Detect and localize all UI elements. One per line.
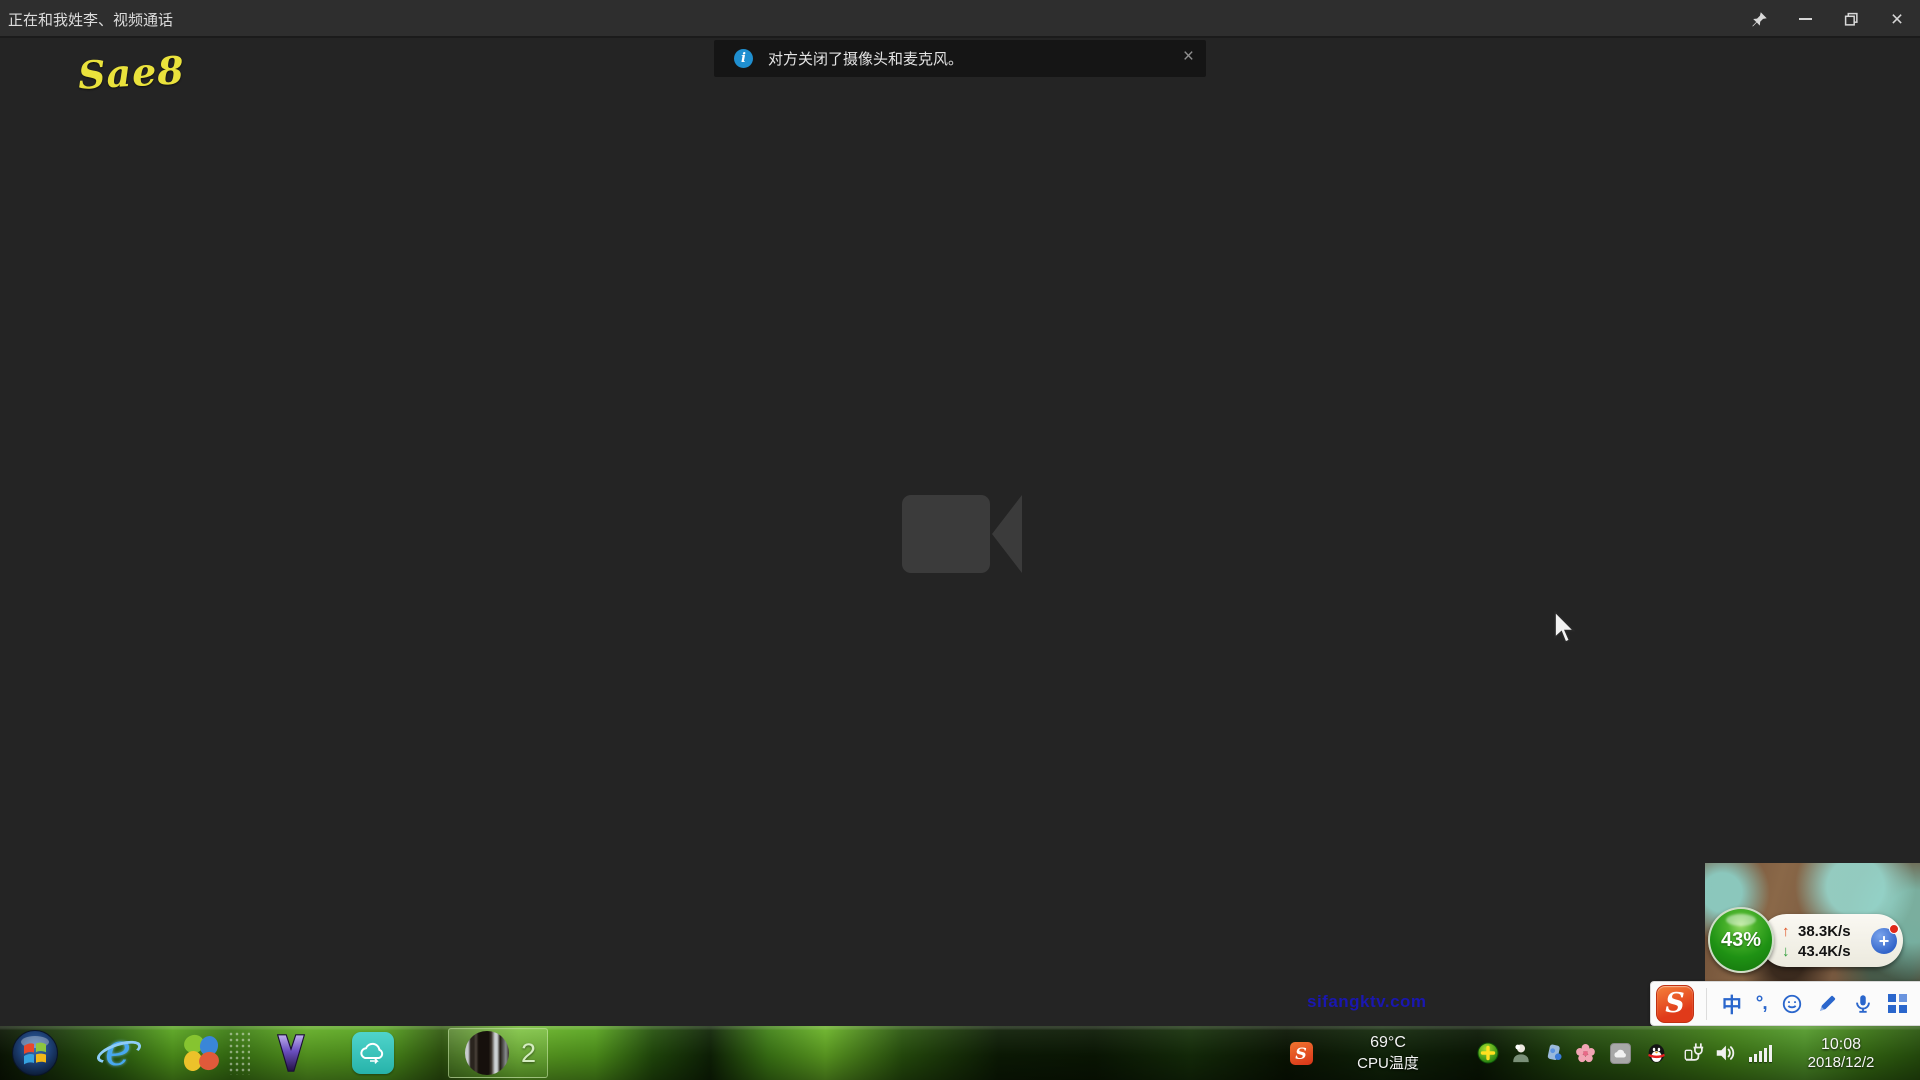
taskbar: e xyxy=(0,1026,1920,1080)
memory-percent: 43% xyxy=(1721,929,1761,952)
tray-sogou-icon[interactable]: S xyxy=(1288,1026,1314,1080)
ime-divider xyxy=(1706,988,1707,1020)
download-speed-row: ↓ 43.4K/s xyxy=(1782,941,1851,961)
info-icon: i xyxy=(734,49,753,68)
cpu-temperature-widget[interactable]: 69°C CPU温度 xyxy=(1340,1026,1436,1080)
ime-toolbar: S 中 °, xyxy=(1650,981,1920,1026)
tray-blue-phone-icon[interactable] xyxy=(1543,1026,1567,1080)
clock-date: 2018/12/2 xyxy=(1808,1054,1875,1071)
camera-lens xyxy=(992,495,1022,573)
task-count-badge: 2 xyxy=(521,1038,536,1069)
download-arrow-icon: ↓ xyxy=(1782,943,1798,960)
cpu-temp-label: CPU温度 xyxy=(1357,1052,1419,1073)
voice-input-mic-icon[interactable] xyxy=(1852,989,1874,1019)
window-titlebar: 正在和我姓李、视频通话 × xyxy=(0,0,1920,38)
notification-dot xyxy=(1889,924,1899,934)
taskbar-separator-dots xyxy=(228,1031,250,1075)
window-controls: × xyxy=(1736,0,1920,38)
upload-arrow-icon: ↑ xyxy=(1782,923,1798,940)
v-app-icon[interactable] xyxy=(268,1026,314,1080)
notification-banner: i 对方关闭了摄像头和麦克风。 × xyxy=(714,40,1206,77)
tray-volume-icon[interactable] xyxy=(1713,1026,1737,1080)
tray-qq-icon[interactable] xyxy=(1644,1026,1668,1080)
restore-button[interactable] xyxy=(1828,0,1874,38)
minimize-button[interactable] xyxy=(1782,0,1828,38)
emoji-icon[interactable] xyxy=(1781,989,1803,1019)
mouse-cursor xyxy=(1553,611,1577,649)
network-speed-widget[interactable]: ↑ 38.3K/s ↓ 43.4K/s + xyxy=(1760,914,1903,967)
download-speed: 43.4K/s xyxy=(1798,943,1851,960)
cloud-app-icon[interactable] xyxy=(350,1026,396,1080)
banner-close-button[interactable]: × xyxy=(1183,47,1194,66)
tray-cloud-drive-icon[interactable] xyxy=(1608,1026,1632,1080)
internet-explorer-icon[interactable]: e xyxy=(96,1026,142,1080)
toolbox-grid-icon[interactable] xyxy=(1888,989,1907,1019)
tray-network-signal-icon[interactable] xyxy=(1748,1026,1772,1080)
pin-icon[interactable] xyxy=(1736,0,1782,38)
video-call-area: Sae8 i 对方关闭了摄像头和麦克风。 × sifangktv.com 43%… xyxy=(0,40,1920,1026)
sogou-ime-logo[interactable]: S xyxy=(1656,985,1694,1023)
active-task-button[interactable]: 2 xyxy=(448,1028,548,1078)
tray-green-plus-icon[interactable] xyxy=(1476,1026,1500,1080)
app-logo: Sae8 xyxy=(77,47,186,98)
cpu-temp-value: 69°C xyxy=(1370,1034,1406,1052)
camera-off-icon xyxy=(902,495,1022,573)
tray-person-icon[interactable] xyxy=(1509,1026,1533,1080)
tray-safely-remove-icon[interactable] xyxy=(1682,1026,1706,1080)
upload-speed-row: ↑ 38.3K/s xyxy=(1782,921,1851,941)
upload-speed: 38.3K/s xyxy=(1798,923,1851,940)
watermark: sifangktv.com xyxy=(1307,992,1427,1012)
pinwheel-app-icon[interactable] xyxy=(178,1026,224,1080)
start-button[interactable] xyxy=(10,1026,60,1080)
window-title: 正在和我姓李、视频通话 xyxy=(8,9,173,30)
tray-clock[interactable]: 10:08 2018/12/2 xyxy=(1788,1026,1894,1080)
avatar xyxy=(465,1031,509,1075)
notification-text: 对方关闭了摄像头和麦克风。 xyxy=(768,48,963,69)
tray-flower-icon[interactable] xyxy=(1573,1026,1597,1080)
ime-icon-row: 中 °, xyxy=(1715,989,1920,1019)
memory-usage-ball[interactable]: 43% xyxy=(1708,907,1774,973)
handwriting-pen-icon[interactable] xyxy=(1816,989,1838,1019)
camera-body xyxy=(902,495,990,573)
screen: 正在和我姓李、视频通话 × Sae8 i 对方关闭了摄像头和麦克风。 × sif… xyxy=(0,0,1920,1080)
ime-language-toggle[interactable]: 中 xyxy=(1722,989,1742,1019)
ime-punctuation-toggle[interactable]: °, xyxy=(1756,989,1767,1019)
close-button[interactable]: × xyxy=(1874,0,1920,38)
clock-time: 10:08 xyxy=(1821,1036,1861,1054)
